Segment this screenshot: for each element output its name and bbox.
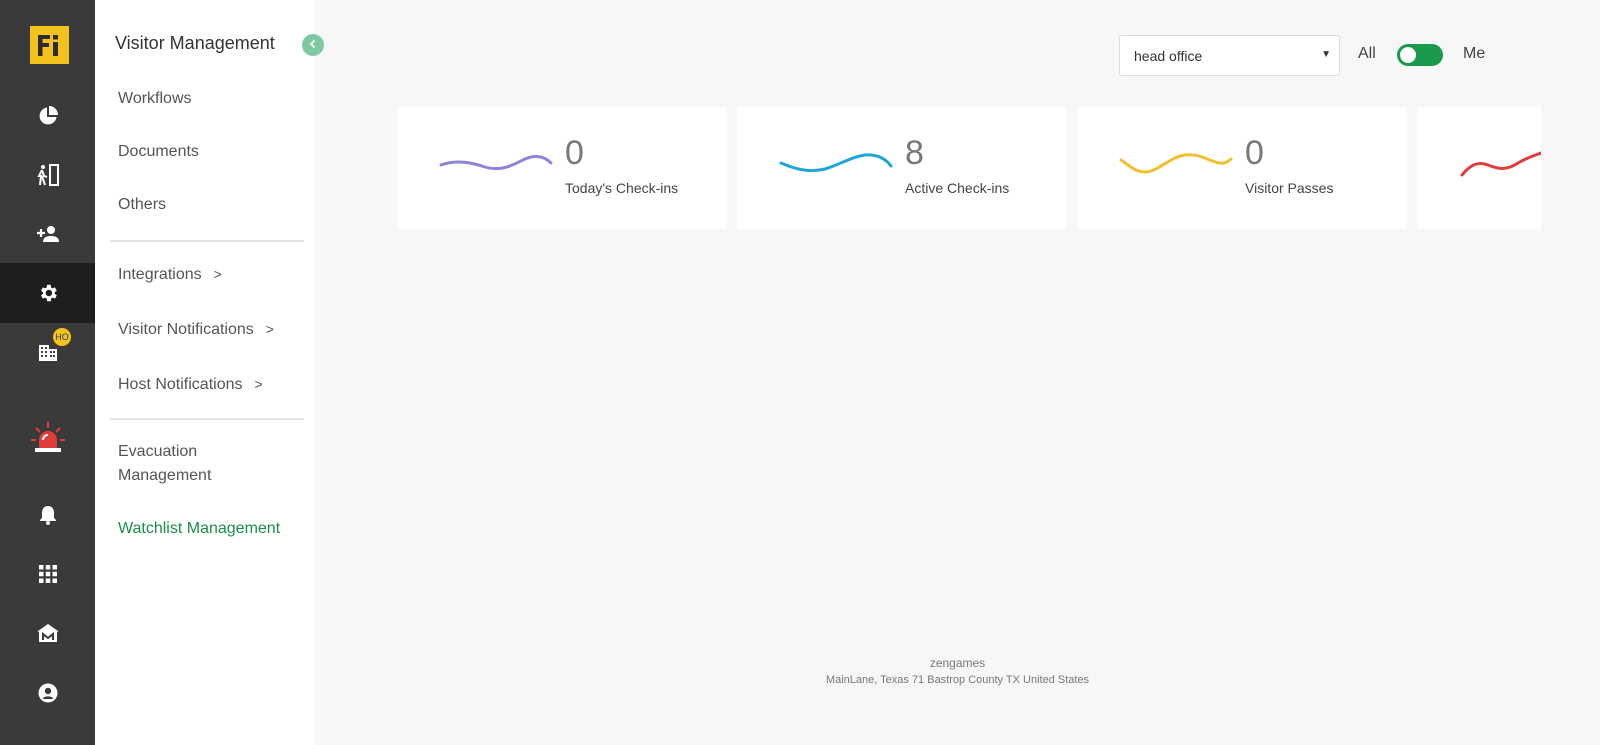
company-name: zengames bbox=[929, 656, 986, 670]
collapse-menu-button[interactable] bbox=[302, 34, 324, 56]
stat-label: Today's Check-ins bbox=[565, 180, 679, 196]
stat-label: Visitor Passes bbox=[1245, 180, 1334, 196]
stat-card-visitor-passes[interactable]: 0 Visitor Passes bbox=[1077, 107, 1406, 229]
stat-card-partial[interactable] bbox=[1418, 107, 1541, 229]
menu-item-host-notifications[interactable]: Host Notifications > bbox=[118, 372, 263, 397]
chevron-right-icon: > bbox=[254, 376, 263, 392]
rail-checkout[interactable] bbox=[0, 145, 95, 205]
sparkline-wave-icon bbox=[439, 154, 553, 171]
chevron-left-icon bbox=[308, 36, 318, 54]
rail-dashboard[interactable] bbox=[0, 86, 95, 146]
toggle-knob bbox=[1400, 47, 1416, 63]
menu-item-others[interactable]: Others bbox=[118, 193, 166, 217]
sparkline-wave-icon bbox=[779, 153, 893, 173]
stat-value: 8 bbox=[905, 134, 924, 172]
sparkline-wave-icon bbox=[1460, 151, 1541, 177]
icon-rail: HO bbox=[0, 0, 95, 745]
menu-title: Visitor Management bbox=[115, 33, 275, 53]
rail-notifications[interactable] bbox=[0, 485, 95, 545]
menu-item-evacuation-management[interactable]: Evacuation Management bbox=[118, 440, 211, 488]
menu-item-label: Integrations bbox=[118, 266, 202, 283]
add-person-icon bbox=[36, 225, 60, 243]
menu-item-label: Evacuation bbox=[118, 443, 198, 460]
stat-card-todays-checkins[interactable]: 0 Today's Check-ins bbox=[397, 107, 726, 229]
apps-grid-icon bbox=[38, 565, 57, 583]
menu-divider bbox=[110, 240, 304, 242]
rail-emergency[interactable] bbox=[0, 408, 95, 468]
location-badge: HO bbox=[53, 328, 71, 346]
menu-item-integrations[interactable]: Integrations > bbox=[118, 262, 222, 287]
rail-add-visitor[interactable] bbox=[0, 204, 95, 264]
scope-me-label: Me bbox=[1463, 45, 1486, 62]
footer-company: zengames bbox=[0, 656, 1600, 670]
company-address: MainLane, Texas 71 Bastrop County TX Uni… bbox=[825, 674, 1090, 686]
account-icon bbox=[38, 683, 58, 703]
rail-account[interactable] bbox=[0, 663, 95, 723]
settings-menu: Visitor Management Workflows Documents O… bbox=[95, 0, 315, 745]
marketplace-icon bbox=[37, 623, 59, 643]
menu-item-watchlist-management[interactable]: Watchlist Management bbox=[118, 517, 280, 541]
menu-divider bbox=[110, 418, 304, 420]
gear-icon bbox=[37, 282, 59, 304]
dropdown-caret-icon: ▼ bbox=[1321, 49, 1331, 60]
footer-address: MainLane, Texas 71 Bastrop County TX Uni… bbox=[0, 674, 1600, 686]
emergency-siren-icon bbox=[28, 418, 68, 458]
stat-value: 0 bbox=[565, 134, 584, 172]
stat-label: Active Check-ins bbox=[905, 180, 1010, 196]
chevron-right-icon: > bbox=[265, 321, 274, 337]
location-select[interactable]: head office ▼ bbox=[1119, 35, 1340, 76]
dashboard-pie-icon bbox=[38, 106, 58, 126]
exit-door-icon bbox=[36, 164, 60, 186]
rail-apps[interactable] bbox=[0, 544, 95, 604]
menu-item-label: Management bbox=[118, 467, 212, 484]
bell-icon bbox=[39, 505, 57, 525]
rail-marketplace[interactable] bbox=[0, 603, 95, 663]
rail-settings[interactable] bbox=[0, 263, 95, 323]
scope-toggle[interactable] bbox=[1397, 44, 1443, 66]
menu-item-label: Host Notifications bbox=[118, 376, 243, 393]
chevron-right-icon: > bbox=[213, 266, 222, 282]
menu-item-documents[interactable]: Documents bbox=[118, 140, 199, 164]
menu-item-workflows[interactable]: Workflows bbox=[118, 87, 192, 111]
building-icon bbox=[38, 342, 58, 362]
stat-value: 0 bbox=[1245, 134, 1264, 172]
menu-item-visitor-notifications[interactable]: Visitor Notifications > bbox=[118, 317, 274, 342]
location-select-value: head office bbox=[1134, 47, 1203, 64]
sparkline-wave-icon bbox=[1119, 153, 1233, 174]
brand-logo[interactable] bbox=[30, 26, 69, 64]
scope-all-label: All bbox=[1358, 45, 1376, 62]
stat-card-active-checkins[interactable]: 8 Active Check-ins bbox=[737, 107, 1066, 229]
rail-locations[interactable]: HO bbox=[0, 322, 95, 382]
menu-item-label: Visitor Notifications bbox=[118, 321, 254, 338]
